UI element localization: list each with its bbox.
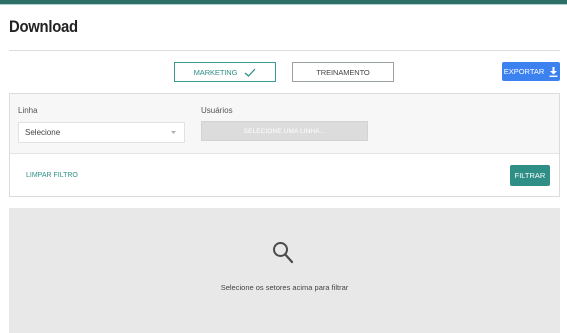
clear-filter-link[interactable]: LIMPAR FILTRO [26,172,78,179]
filter-panel: Linha Usuários Selecione SELECIONE UMA L… [9,93,560,197]
export-button-label: EXPORTAR [503,67,545,76]
page-title: Download [9,18,78,36]
filter-button[interactable]: FILTRAR [510,165,550,186]
caret-down-icon [171,131,176,134]
filter-fields-area: Linha Usuários Selecione SELECIONE UMA L… [10,94,559,154]
check-icon [244,68,256,77]
usuarios-select: SELECIONE UMA LINHA... [201,121,368,141]
empty-state-panel: Selecione os setores acima para filtrar [9,208,560,333]
top-accent-line [0,4,567,5]
export-button[interactable]: EXPORTAR [502,62,560,81]
tab-treinamento[interactable]: TREINAMENTO [292,62,394,82]
tab-marketing-label: MARKETING [193,67,238,77]
search-icon [273,242,294,264]
linha-select[interactable]: Selecione [18,122,185,143]
filter-button-label: FILTRAR [514,171,546,180]
linha-label: Linha [18,106,38,115]
download-icon [549,66,558,77]
title-divider [9,50,560,51]
tab-treinamento-label: TREINAMENTO [316,67,370,77]
linha-select-value: Selecione [25,128,61,137]
usuarios-label: Usuários [201,106,233,115]
empty-state-message: Selecione os setores acima para filtrar [220,283,349,292]
tab-marketing[interactable]: MARKETING [174,62,276,82]
usuarios-select-placeholder: SELECIONE UMA LINHA... [243,127,326,135]
